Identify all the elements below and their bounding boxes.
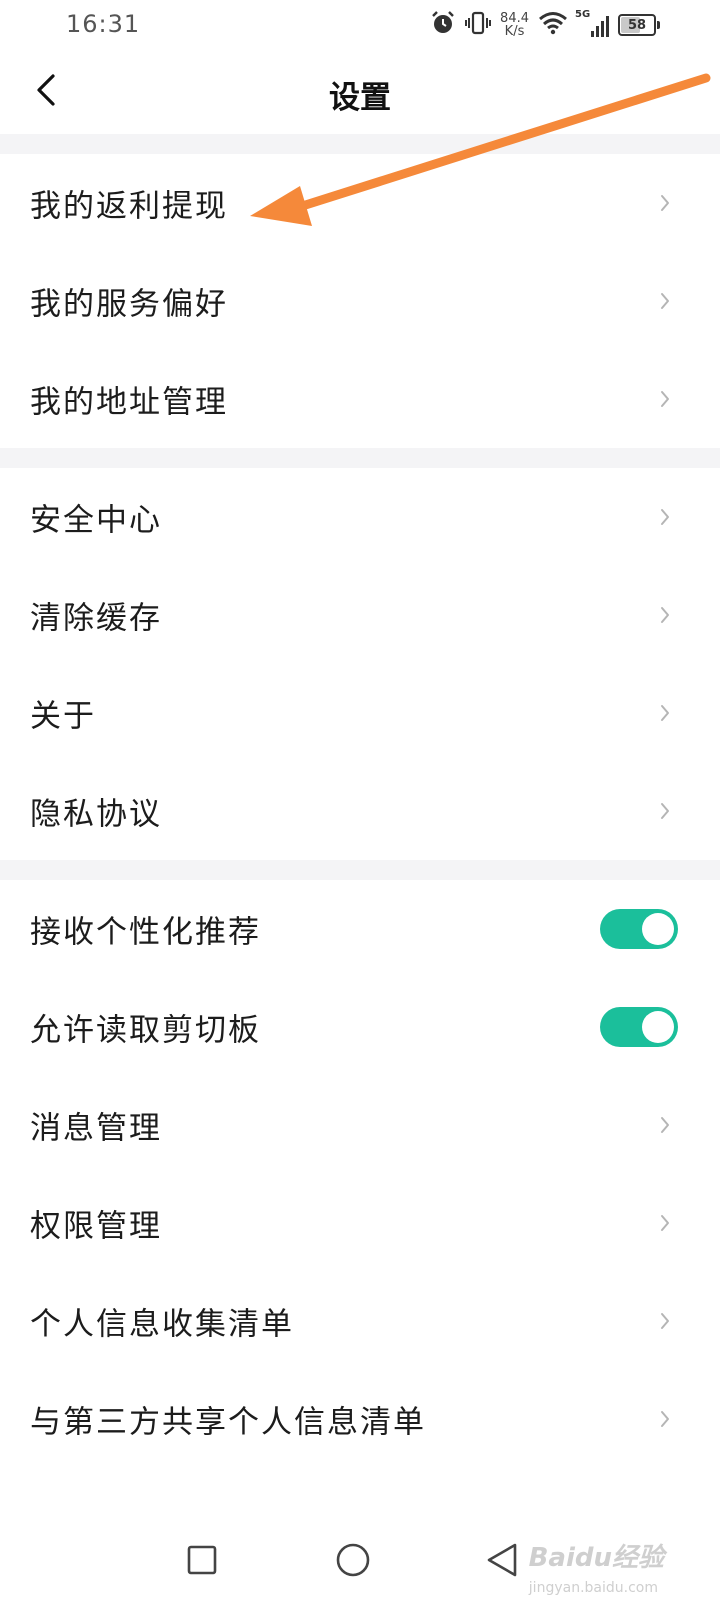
chevron-right-icon	[658, 290, 672, 312]
watermark-url: jingyan.baidu.com	[528, 1580, 658, 1596]
status-time: 16:31	[66, 10, 141, 38]
chevron-right-icon	[658, 388, 672, 410]
settings-row[interactable]: 清除缓存	[0, 566, 720, 664]
alarm-icon	[430, 10, 456, 40]
section-divider	[0, 134, 720, 154]
settings-row[interactable]: 我的返利提现	[0, 154, 720, 252]
settings-row[interactable]: 与第三方共享个人信息清单	[0, 1370, 720, 1468]
settings-row-label: 个人信息收集清单	[30, 1306, 294, 1343]
watermark-logo: Baidu经验	[528, 1543, 664, 1573]
net-speed: 84.4 K/s	[500, 12, 529, 38]
battery-level: 58	[627, 17, 647, 33]
vibrate-icon	[465, 10, 492, 40]
status-icons: 84.4 K/s 5G 58	[430, 9, 660, 40]
settings-row[interactable]: 个人信息收集清单	[0, 1272, 720, 1370]
battery-icon: 58	[618, 14, 660, 36]
settings-row-label: 我的地址管理	[30, 384, 228, 421]
toggle-knob	[642, 913, 674, 945]
chevron-right-icon	[658, 1408, 672, 1430]
settings-row-label: 消息管理	[30, 1110, 162, 1147]
network-type: 5G	[575, 9, 591, 20]
page-title: 设置	[329, 80, 391, 116]
system-back-button[interactable]	[474, 1532, 530, 1588]
settings-row[interactable]: 允许读取剪切板	[0, 978, 720, 1076]
settings-row[interactable]: 安全中心	[0, 468, 720, 566]
recent-apps-button[interactable]	[174, 1532, 230, 1588]
chevron-right-icon	[658, 1114, 672, 1136]
settings-row[interactable]: 隐私协议	[0, 762, 720, 860]
settings-row[interactable]: 关于	[0, 664, 720, 762]
signal-icon: 5G	[575, 9, 609, 37]
status-bar: 16:31 84.4 K/s 5G 58	[0, 0, 720, 50]
settings-row-label: 安全中心	[30, 502, 162, 539]
chevron-right-icon	[658, 1310, 672, 1332]
section-divider	[0, 860, 720, 880]
recent-apps-icon	[187, 1545, 217, 1575]
chevron-right-icon	[658, 604, 672, 626]
settings-row[interactable]: 我的服务偏好	[0, 252, 720, 350]
wifi-icon	[538, 11, 568, 39]
settings-row[interactable]: 我的地址管理	[0, 350, 720, 448]
toggle-switch[interactable]	[600, 1007, 678, 1047]
toggle-switch[interactable]	[600, 909, 678, 949]
home-icon	[336, 1543, 370, 1577]
settings-row-label: 清除缓存	[30, 600, 162, 637]
settings-row-label: 隐私协议	[30, 796, 162, 833]
settings-row-label: 接收个性化推荐	[30, 914, 261, 951]
toggle-knob	[642, 1011, 674, 1043]
settings-row-label: 与第三方共享个人信息清单	[30, 1404, 426, 1441]
chevron-right-icon	[658, 192, 672, 214]
chevron-right-icon	[658, 506, 672, 528]
back-icon	[487, 1543, 517, 1577]
settings-row[interactable]: 权限管理	[0, 1174, 720, 1272]
settings-row[interactable]: 消息管理	[0, 1076, 720, 1174]
settings-row[interactable]: 接收个性化推荐	[0, 880, 720, 978]
net-speed-unit: K/s	[504, 24, 525, 39]
settings-row-label: 权限管理	[30, 1208, 162, 1245]
chevron-right-icon	[658, 800, 672, 822]
settings-row-label: 允许读取剪切板	[30, 1012, 261, 1049]
chevron-right-icon	[658, 1212, 672, 1234]
header: 设置	[0, 50, 720, 134]
settings-row-label: 我的服务偏好	[30, 286, 228, 323]
section-divider	[0, 448, 720, 468]
settings-row-label: 我的返利提现	[30, 188, 228, 225]
settings-row-label: 关于	[30, 698, 96, 735]
chevron-right-icon	[658, 702, 672, 724]
home-button[interactable]	[325, 1532, 381, 1588]
